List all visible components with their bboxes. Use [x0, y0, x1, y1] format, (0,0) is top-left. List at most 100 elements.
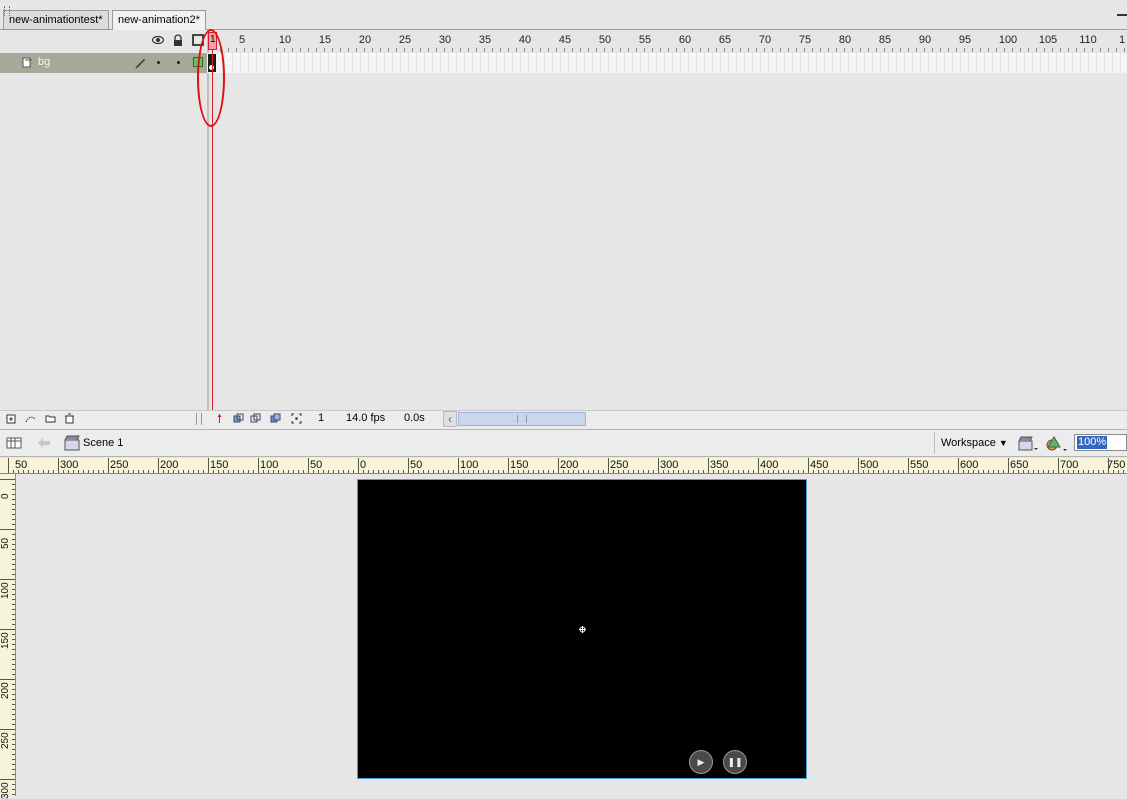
frame-rate[interactable]: 14.0 fps [346, 412, 385, 424]
frame-tick [292, 48, 293, 52]
zoom-input[interactable]: 100% [1074, 434, 1127, 451]
frame-tick [972, 48, 973, 52]
edit-multiple-frames-icon[interactable] [270, 413, 281, 424]
visibility-dot[interactable] [157, 61, 160, 64]
ruler-tick [563, 470, 564, 473]
ruler-tick [718, 470, 719, 473]
ruler-tick [1048, 470, 1049, 473]
frame-tick [980, 48, 981, 52]
ruler-label: 50 [15, 459, 28, 471]
insert-folder-icon[interactable] [45, 413, 56, 424]
frame-tick [244, 48, 245, 52]
ruler-tick [12, 644, 15, 645]
registration-point-icon [579, 626, 586, 633]
ruler-tick [623, 470, 624, 473]
ruler-tick [553, 470, 554, 473]
frame-tick [452, 48, 453, 52]
eye-icon[interactable] [152, 34, 164, 46]
minimize-icon[interactable] [1117, 14, 1127, 16]
ruler-tick [383, 470, 384, 473]
ruler-tick [12, 694, 15, 695]
frame-tick [692, 48, 693, 52]
ruler-tick [1028, 470, 1029, 473]
ruler-tick [12, 539, 15, 540]
ruler-tick [12, 499, 15, 500]
frame-tick [300, 48, 301, 52]
center-frame-icon[interactable] [214, 413, 225, 424]
ruler-tick [703, 470, 704, 473]
tab-new-animation2[interactable]: new-animation2* [112, 10, 206, 30]
ruler-tick [998, 470, 999, 473]
ruler-tick [943, 470, 944, 473]
scroll-left-button[interactable]: ‹ [443, 411, 457, 427]
frame-cells[interactable] [217, 53, 1127, 73]
ruler-tick [303, 470, 304, 473]
onion-skin-outlines-icon[interactable] [250, 413, 261, 424]
modify-onion-markers-icon[interactable] [291, 413, 302, 424]
panel-grip-icon[interactable] [4, 6, 10, 16]
edit-scene-icon[interactable] [1018, 435, 1040, 453]
frame-ruler[interactable]: 1510152025303540455055606570758085909510… [207, 30, 1127, 52]
ruler-tick [778, 470, 779, 473]
ruler-tick [133, 470, 134, 473]
ruler-tick [12, 639, 15, 640]
ruler-tick [18, 470, 19, 473]
frame-tick [908, 48, 909, 52]
chevron-down-icon: ▼ [998, 438, 1008, 448]
pause-button[interactable]: ❚❚ [723, 750, 747, 774]
edit-symbols-icon[interactable] [1045, 434, 1069, 454]
elapsed-time: 0.0s [404, 412, 425, 424]
ruler-tick [933, 470, 934, 473]
frame-tick [380, 48, 381, 52]
ruler-tick [643, 470, 644, 473]
tab-label: new-animation2* [118, 14, 200, 26]
ruler-tick [743, 470, 744, 473]
ruler-tick [973, 470, 974, 473]
timeline-toggle-icon[interactable] [5, 434, 23, 452]
ruler-label: 300 [0, 782, 11, 799]
scene-name[interactable]: Scene 1 [83, 437, 123, 449]
insert-layer-icon[interactable] [6, 413, 17, 424]
frame-tick [1116, 48, 1117, 52]
ruler-tick [1053, 470, 1054, 473]
ruler-tick [308, 458, 309, 473]
ruler-tick [293, 470, 294, 473]
frame-tick [308, 48, 309, 52]
ruler-tick [633, 470, 634, 473]
lock-dot[interactable] [177, 61, 180, 64]
frame-tick [492, 48, 493, 52]
workspace-label[interactable]: Workspace ▼ [941, 437, 1008, 449]
add-motion-guide-icon[interactable] [25, 413, 36, 424]
frame-number: 35 [478, 34, 492, 46]
frame-tick [460, 48, 461, 52]
frame-tick [788, 48, 789, 52]
frame-tick [420, 48, 421, 52]
frame-tick [564, 48, 565, 52]
footer-divider [196, 413, 202, 425]
frame-number: 70 [758, 34, 772, 46]
tab-new-animationtest[interactable]: new-animationtest* [3, 10, 109, 29]
ruler-tick [318, 470, 319, 473]
layer-row-bg[interactable]: bg [0, 53, 207, 73]
frame-tick [780, 48, 781, 52]
frame-number: 55 [638, 34, 652, 46]
frame-tick [508, 48, 509, 52]
ruler-tick [808, 458, 809, 473]
back-arrow-icon[interactable] [37, 437, 51, 449]
frame-tick [732, 48, 733, 52]
ruler-tick [43, 470, 44, 473]
onion-skin-icon[interactable] [233, 413, 244, 424]
delete-layer-icon[interactable] [64, 413, 75, 424]
frame-tick [1020, 48, 1021, 52]
frame-tick [1084, 48, 1085, 52]
zoom-value: 100% [1077, 436, 1108, 449]
ruler-tick [12, 494, 15, 495]
frame-tick [340, 48, 341, 52]
ruler-tick [73, 470, 74, 473]
ruler-tick [12, 534, 15, 535]
ruler-label: 200 [0, 682, 11, 699]
ruler-tick [478, 470, 479, 473]
frame-tick [684, 48, 685, 52]
play-button[interactable]: ▶ [689, 750, 713, 774]
lock-icon[interactable] [172, 34, 184, 46]
